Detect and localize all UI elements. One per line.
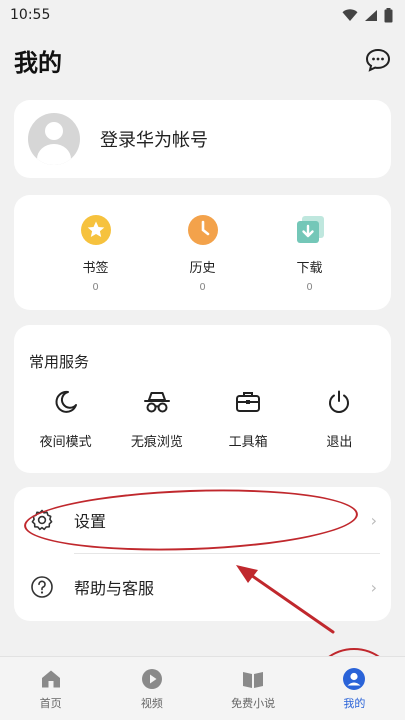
avatar — [28, 113, 80, 165]
bookmark-item[interactable]: 书签 0 — [60, 195, 132, 310]
night-mode-item[interactable]: 夜间模式 — [26, 387, 106, 450]
history-label: 历史 — [189, 261, 216, 276]
tab-home-label: 首页 — [39, 697, 62, 710]
tab-video[interactable]: 视频 — [112, 667, 192, 711]
power-icon — [324, 387, 354, 417]
help-label: 帮助与客服 — [74, 579, 155, 598]
battery-icon — [384, 7, 393, 22]
download-icon — [293, 213, 327, 247]
incognito-label: 无痕浏览 — [130, 435, 183, 450]
common-services-card: 常用服务 夜间模式 无痕浏览 工具箱 退出 — [14, 325, 391, 473]
toolbox-icon — [233, 387, 263, 417]
moon-icon — [51, 387, 81, 417]
settings-row[interactable]: 设置 › — [14, 487, 391, 553]
tab-video-label: 视频 — [140, 697, 163, 710]
toolbox-label: 工具箱 — [228, 435, 268, 450]
history-item[interactable]: 历史 0 — [167, 195, 239, 310]
incognito-item[interactable]: 无痕浏览 — [117, 387, 197, 450]
bookmark-label: 书签 — [82, 261, 109, 276]
incognito-icon — [142, 387, 172, 417]
tab-home[interactable]: 首页 — [11, 667, 91, 711]
toolbox-item[interactable]: 工具箱 — [208, 387, 288, 450]
help-row[interactable]: 帮助与客服 › — [14, 554, 391, 620]
status-time: 10:55 — [10, 7, 51, 23]
quick-actions-card: 书签 0 历史 0 下载 0 — [14, 195, 391, 310]
settings-label: 设置 — [74, 512, 107, 531]
bottom-tab-bar: 首页 视频 免费小说 我的 — [0, 656, 405, 720]
status-icons — [342, 7, 393, 23]
chat-bubble-icon[interactable] — [365, 48, 391, 72]
account-card[interactable]: 登录华为帐号 — [14, 100, 391, 178]
help-icon — [28, 573, 56, 601]
chevron-right-icon: › — [370, 577, 377, 597]
services-row: 夜间模式 无痕浏览 工具箱 退出 — [14, 387, 391, 450]
tab-free-novel-label: 免费小说 — [231, 697, 276, 710]
page-title: 我的 — [14, 48, 62, 77]
tab-me[interactable]: 我的 — [314, 667, 394, 711]
home-icon — [39, 667, 63, 691]
login-huawei-account[interactable]: 登录华为帐号 — [100, 126, 208, 152]
download-label: 下载 — [296, 261, 323, 276]
signal-icon — [365, 9, 377, 21]
profile-icon — [342, 667, 366, 691]
logout-label: 退出 — [326, 435, 353, 450]
clock-icon — [186, 213, 220, 247]
star-icon — [79, 213, 113, 247]
gear-icon — [28, 506, 56, 534]
book-icon — [241, 667, 265, 691]
tab-me-label: 我的 — [343, 697, 366, 710]
video-icon — [140, 667, 164, 691]
services-title: 常用服务 — [29, 353, 90, 371]
logout-item[interactable]: 退出 — [299, 387, 379, 450]
page-header: 我的 — [0, 38, 405, 82]
tab-free-novel[interactable]: 免费小说 — [213, 667, 293, 711]
status-bar: 10:55 — [0, 0, 405, 30]
night-mode-label: 夜间模式 — [39, 435, 92, 450]
bookmark-count: 0 — [92, 282, 99, 293]
download-count: 0 — [306, 282, 313, 293]
wifi-icon — [342, 8, 358, 21]
download-item[interactable]: 下载 0 — [274, 195, 346, 310]
settings-list-card: 设置 › 帮助与客服 › — [14, 487, 391, 621]
history-count: 0 — [199, 282, 206, 293]
chevron-right-icon: › — [370, 510, 377, 530]
